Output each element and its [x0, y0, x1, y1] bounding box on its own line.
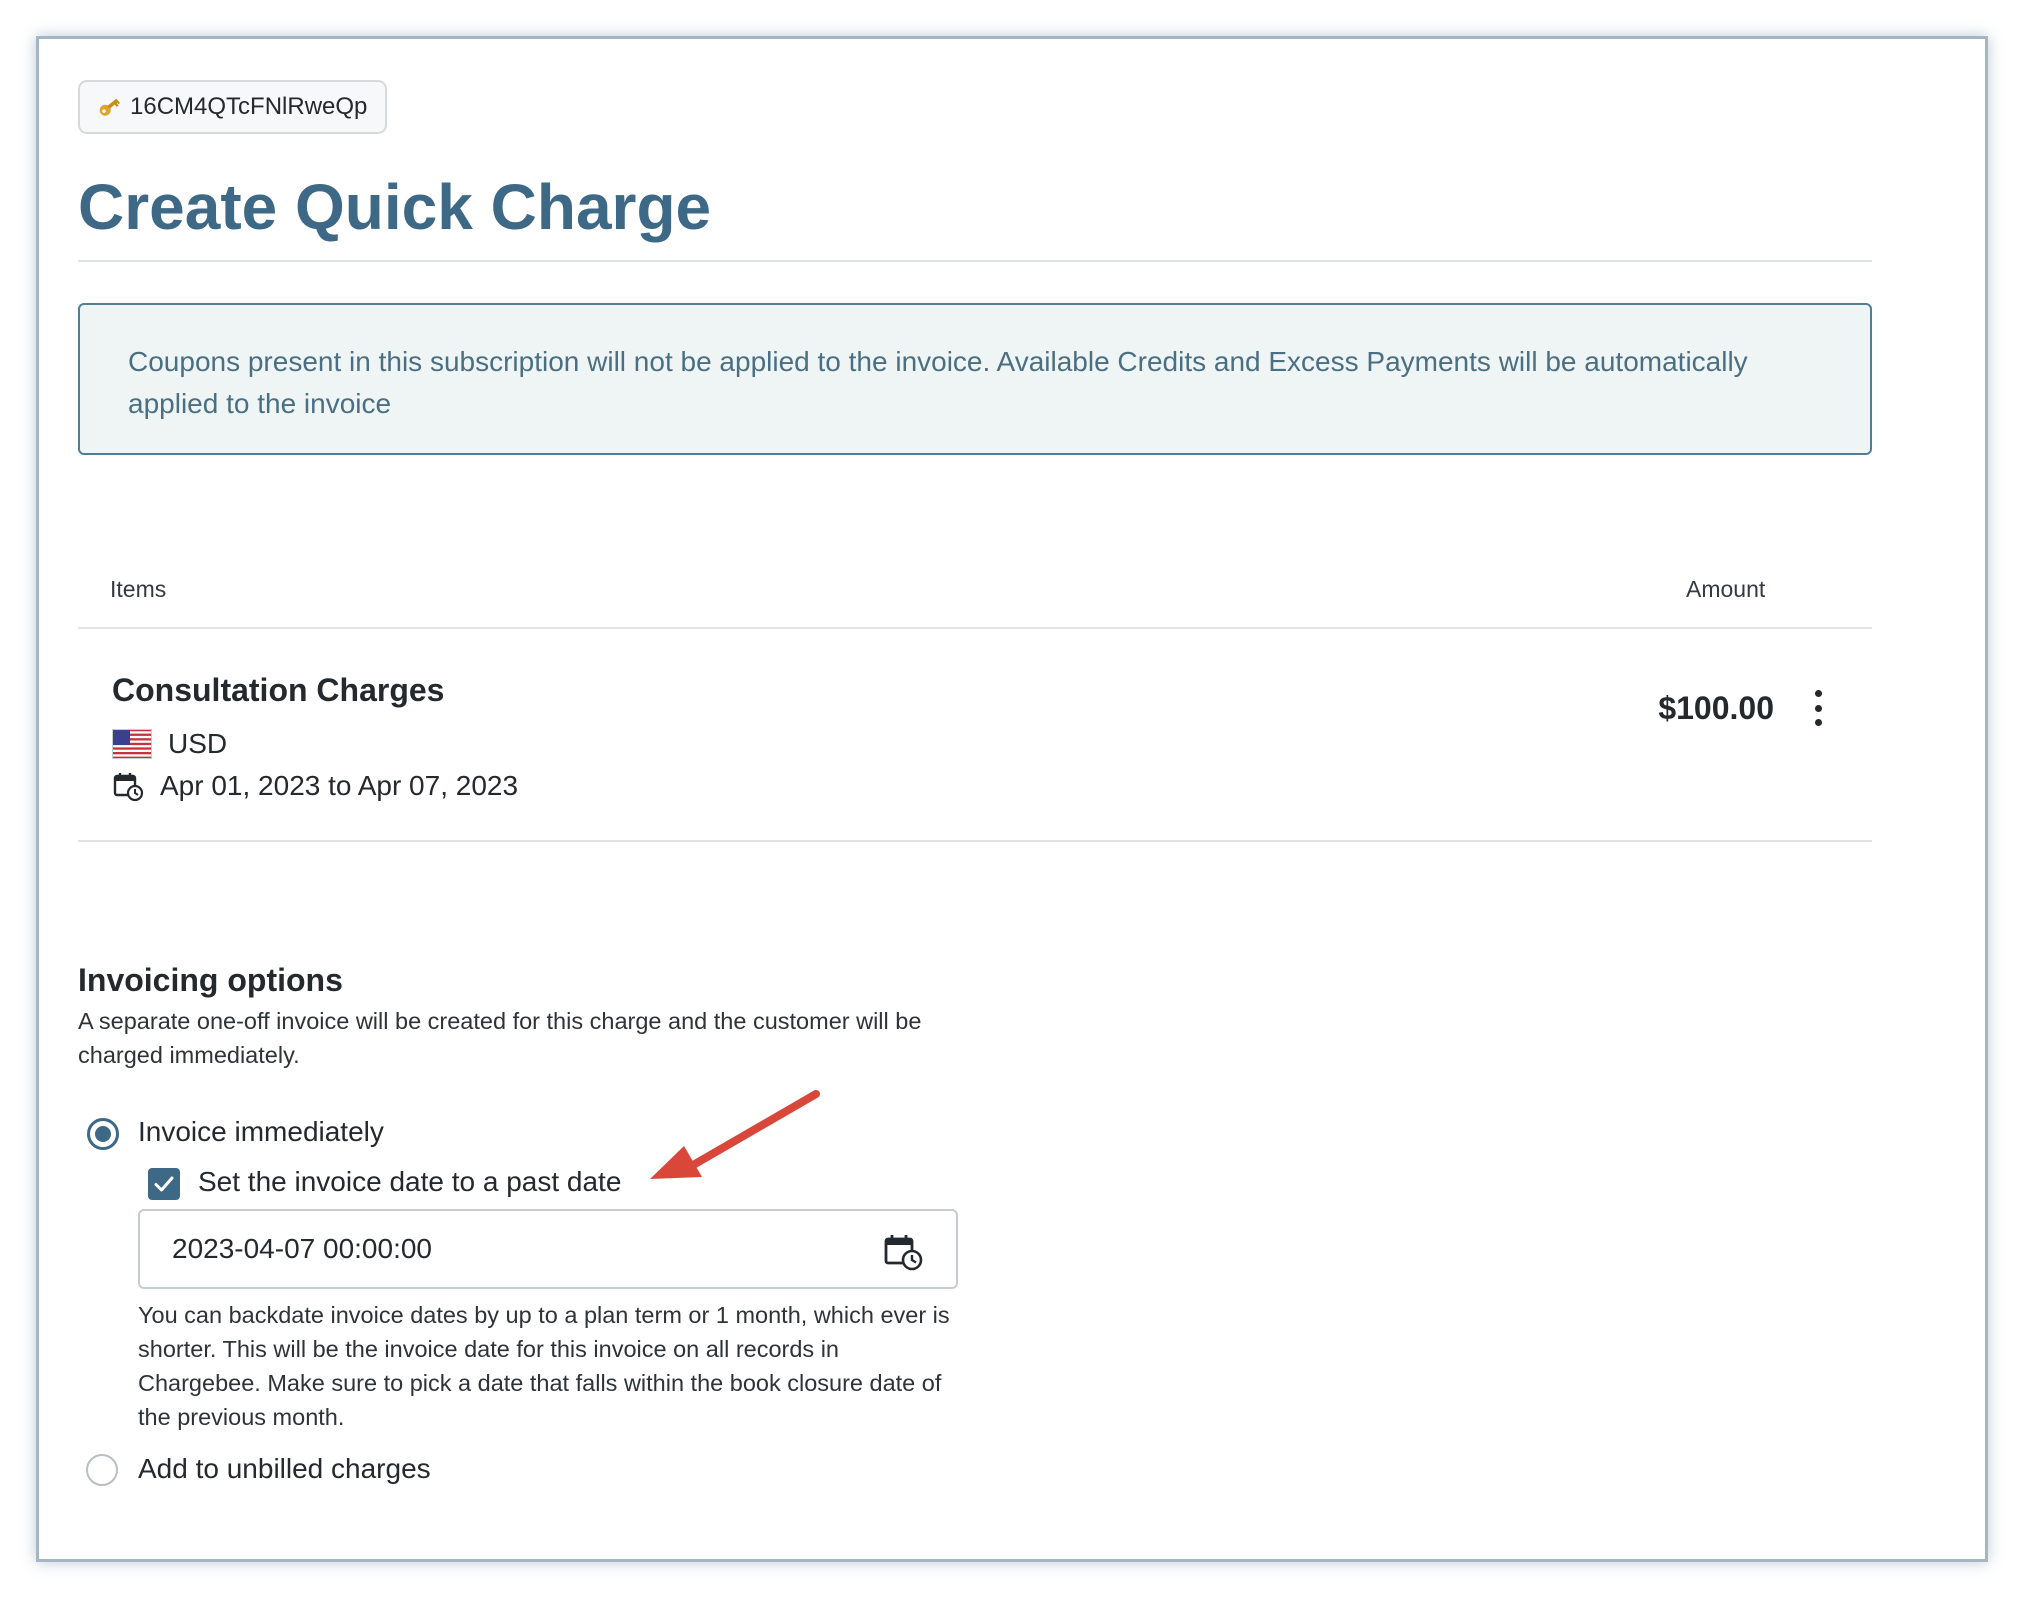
info-notice: Coupons present in this subscription wil…: [78, 303, 1872, 455]
radio-add-to-unbilled[interactable]: [86, 1454, 118, 1486]
item-period: Apr 01, 2023 to Apr 07, 2023: [112, 770, 518, 802]
radio-label-add-to-unbilled[interactable]: Add to unbilled charges: [138, 1453, 431, 1485]
calendar-clock-icon[interactable]: [882, 1232, 924, 1272]
record-id-chip[interactable]: 16CM4QTcFNlRweQp: [78, 80, 388, 134]
check-icon: [154, 1176, 174, 1192]
key-icon: [99, 98, 120, 116]
backdate-checkbox-label[interactable]: Set the invoice date to a past date: [198, 1166, 621, 1198]
page-title: Create Quick Charge: [78, 171, 712, 243]
more-vertical-icon[interactable]: [1808, 690, 1828, 726]
service-period: Apr 01, 2023 to Apr 07, 2023: [160, 770, 519, 801]
table-bottom-divider: [78, 840, 1872, 842]
item-currency: USD: [112, 728, 227, 760]
column-header-amount: Amount: [1686, 576, 1766, 602]
annotation-arrow-icon: [650, 1090, 820, 1179]
radio-label-invoice-immediately[interactable]: Invoice immediately: [138, 1116, 384, 1148]
item-name: Consultation Charges: [112, 672, 445, 708]
invoice-date-input[interactable]: [138, 1209, 958, 1289]
title-divider: [78, 260, 1872, 262]
notice-text: Coupons present in this subscription wil…: [128, 346, 1748, 419]
section-title: Invoicing options: [78, 962, 343, 998]
backdate-help-text: You can backdate invoice dates by up to …: [138, 1302, 950, 1430]
currency-code: USD: [168, 728, 228, 759]
flag-us-icon: [112, 729, 152, 759]
record-id-text: 16CM4QTcFNlRweQp: [130, 93, 368, 120]
table-header-divider: [78, 627, 1872, 629]
column-header-items: Items: [110, 576, 167, 602]
item-amount: $100.00: [1658, 690, 1774, 726]
radio-invoice-immediately[interactable]: [87, 1118, 119, 1150]
calendar-clock-icon: [113, 773, 144, 802]
section-description: A separate one-off invoice will be creat…: [78, 1008, 922, 1068]
backdate-checkbox[interactable]: [148, 1168, 180, 1200]
